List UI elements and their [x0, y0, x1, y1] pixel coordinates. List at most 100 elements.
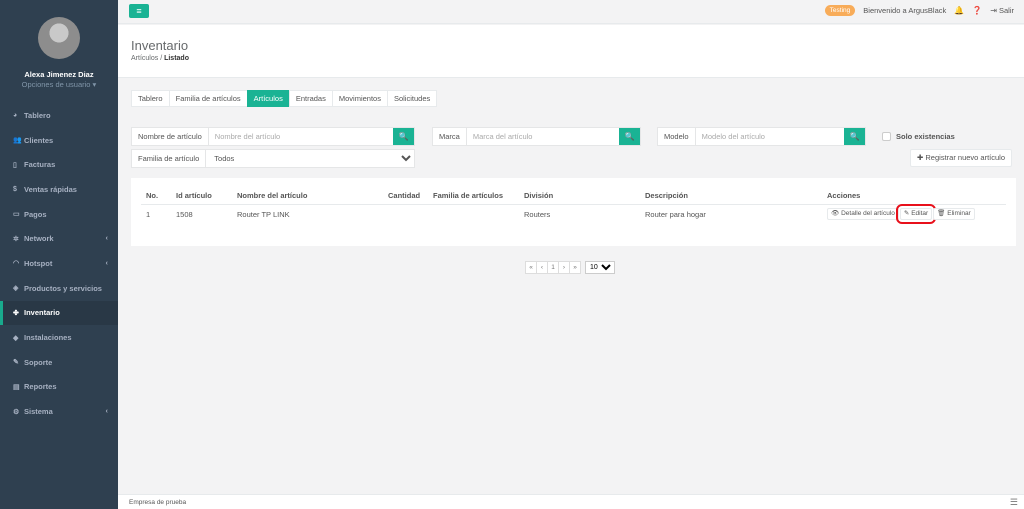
money-icon: ▭ — [13, 211, 20, 219]
logout-link[interactable]: ⇥ Salir — [990, 6, 1014, 15]
sidebar-item-instalaciones[interactable]: ◆ Instalaciones — [0, 325, 118, 350]
welcome-text: Bienvenido a ArgusBlack — [863, 6, 947, 15]
avatar[interactable] — [38, 17, 80, 59]
search-icon: 🔍 — [624, 132, 635, 141]
hamburger-icon: ≡ — [136, 6, 142, 16]
topbar: ≡ Testing Bienvenido a ArgusBlack 🔔 ❓ ⇥ … — [118, 0, 1024, 24]
topbar-right: Testing Bienvenido a ArgusBlack 🔔 ❓ ⇥ Sa… — [824, 5, 1014, 16]
breadcrumb-current: Listado — [164, 55, 189, 63]
cell-name: Router TP LINK — [237, 209, 290, 219]
inventory-icon: ✤ — [13, 309, 19, 317]
wifi-icon: ◠ — [13, 260, 20, 268]
menu-toggle-button[interactable]: ≡ — [129, 4, 149, 18]
cell-id: 1508 — [176, 209, 193, 219]
brand-filter-input[interactable] — [466, 128, 619, 145]
chevron-left-icon: ‹ — [105, 235, 108, 243]
family-filter-label: Familia de artículo — [132, 150, 207, 167]
sidebar-item-pagos[interactable]: ▭ Pagos — [0, 202, 118, 227]
articles-table: No. Id artículo Nombre del artículo Cant… — [141, 188, 1006, 225]
name-filter-input[interactable] — [208, 128, 393, 145]
page-size-select[interactable]: 10 — [585, 261, 615, 274]
tab-articulos[interactable]: Artículos — [246, 90, 290, 107]
solo-existencias-toggle[interactable]: Solo existencias — [882, 132, 955, 141]
name-filter-group: Nombre de artículo 🔍 — [131, 127, 415, 146]
brand-filter-group: Marca 🔍 — [432, 127, 641, 146]
pagination: « ‹ 1 › » 10 — [525, 261, 615, 274]
delete-button[interactable]: 🗑 Eliminar — [933, 208, 975, 221]
cell-qty — [383, 204, 428, 224]
col-family: Familia de artículos — [428, 188, 519, 205]
sidebar-menu: ◕ Tablero 👥 Clientes ▯ Facturas $ Ventas ráp… — [0, 103, 118, 424]
detail-button[interactable]: 👁 Detalle del artículo — [827, 208, 899, 221]
bell-icon[interactable]: 🔔 — [954, 6, 964, 15]
dollar-icon: $ — [13, 185, 17, 193]
user-profile: Alexa Jimenez Diaz Opciones de usuario ▾ — [0, 0, 118, 103]
cell-actions: 👁 Detalle del artículo ✎ Editar 🗑 Eliminar — [822, 204, 1006, 225]
sidebar-item-tablero[interactable]: ◕ Tablero — [0, 103, 118, 128]
dashboard-icon: ◕ — [13, 111, 18, 119]
breadcrumb: Artículos / Listado — [131, 55, 189, 62]
sidebar-item-inventario[interactable]: ✤ Inventario — [0, 300, 118, 326]
tab-solicitudes[interactable]: Solicitudes — [386, 90, 438, 107]
solo-existencias-label: Solo existencias — [896, 132, 955, 141]
tab-tablero[interactable]: Tablero — [131, 90, 170, 107]
brand-filter-label: Marca — [433, 128, 467, 145]
sidebar-item-sistema[interactable]: ⚙ Sistema ‹ — [0, 399, 118, 424]
solo-existencias-checkbox[interactable] — [882, 132, 891, 141]
col-description: Descripción — [640, 188, 822, 205]
help-icon[interactable]: ❓ — [972, 6, 982, 15]
sidebar-item-clientes[interactable]: 👥 Clientes — [0, 128, 118, 153]
col-qty: Cantidad — [383, 188, 428, 205]
edit-button[interactable]: ✎ Editar — [895, 204, 937, 225]
sidebar-item-productos-servicios[interactable]: ◈ Productos y servicios — [0, 276, 118, 301]
cell-description: Router para hogar — [645, 209, 706, 219]
page-title: Inventario — [131, 38, 189, 53]
sidebar: Alexa Jimenez Diaz Opciones de usuario ▾… — [0, 0, 118, 509]
footer-company: Empresa de prueba — [129, 499, 187, 506]
pencil-icon: ✎ — [903, 210, 910, 218]
plus-icon: ✚ — [917, 153, 924, 162]
model-filter-group: Modelo 🔍 — [657, 127, 866, 146]
sidebar-item-reportes[interactable]: ▤ Reportes — [0, 375, 118, 400]
model-filter-input[interactable] — [695, 128, 844, 145]
family-filter-group: Familia de artículo Todos — [131, 149, 415, 168]
sidebar-item-soporte[interactable]: ✎ Soporte — [0, 350, 118, 375]
user-options-dropdown[interactable]: Opciones de usuario ▾ — [0, 80, 118, 89]
tab-movimientos[interactable]: Movimientos — [331, 90, 388, 107]
search-icon: 🔍 — [849, 132, 860, 141]
sidebar-item-ventas-rapidas[interactable]: $ Ventas rápidas — [0, 177, 118, 202]
table-row: 1 1508 Router TP LINK Routers Router par… — [141, 204, 1006, 225]
family-filter-select[interactable]: Todos — [206, 150, 414, 167]
user-name: Alexa Jimenez Diaz — [24, 70, 94, 79]
sign-out-icon: ⇥ — [990, 6, 997, 15]
col-name: Nombre del artículo — [232, 188, 383, 205]
trash-icon: 🗑 — [937, 210, 946, 218]
sidebar-item-network[interactable]: ✲ Network ‹ — [0, 226, 118, 251]
breadcrumb-parent[interactable]: Artículos — [131, 55, 158, 62]
name-filter-label: Nombre de artículo — [132, 128, 209, 145]
page-last[interactable]: » — [569, 261, 581, 274]
footer: Empresa de prueba ☰ — [118, 494, 1024, 509]
col-actions: Acciones — [822, 188, 1006, 205]
tag-icon: ◈ — [13, 285, 19, 293]
col-division: División — [519, 188, 640, 205]
brand-search-button[interactable]: 🔍 — [619, 128, 640, 145]
model-search-button[interactable]: 🔍 — [844, 128, 865, 145]
wrench-icon: ◆ — [13, 334, 19, 342]
search-icon: 🔍 — [398, 132, 409, 141]
sidebar-item-hotspot[interactable]: ◠ Hotspot ‹ — [0, 251, 118, 276]
book-icon: ▤ — [13, 383, 20, 391]
tab-entradas[interactable]: Entradas — [288, 90, 333, 107]
cell-division: Routers — [524, 209, 551, 219]
col-id: Id artículo — [171, 188, 232, 205]
inventory-tabs: Tablero Familia de artículos Artículos E… — [131, 90, 438, 107]
page-heading: Inventario Artículos / Listado — [118, 25, 1024, 78]
environment-badge: Testing — [824, 5, 856, 16]
chevron-left-icon: ‹ — [105, 408, 108, 416]
tab-familia-articulos[interactable]: Familia de artículos — [168, 90, 248, 107]
name-search-button[interactable]: 🔍 — [393, 128, 414, 145]
file-icon: ▯ — [13, 161, 17, 169]
sidebar-item-facturas[interactable]: ▯ Facturas — [0, 152, 118, 177]
settings-sliders-icon[interactable]: ☰ — [1010, 497, 1018, 508]
register-article-button[interactable]: ✚ Registrar nuevo artículo — [910, 149, 1013, 167]
